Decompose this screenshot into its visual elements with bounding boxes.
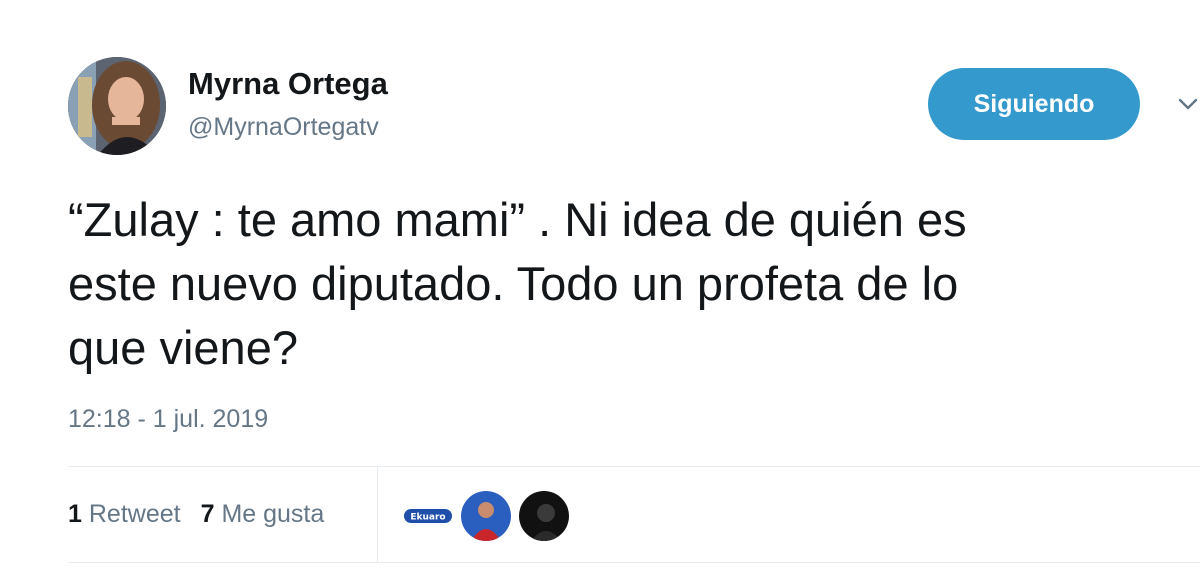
retweets-count: 1 — [68, 500, 82, 528]
stats-separator — [377, 467, 378, 562]
tweet-timestamp[interactable]: 12:18 - 1 jul. 2019 — [68, 405, 268, 434]
retweets-stat[interactable]: 1 Retweet — [68, 500, 181, 529]
liker-dark-avatar[interactable] — [519, 491, 569, 541]
tweet-text-line: este nuevo diputado. Todo un profeta de … — [68, 257, 959, 310]
user-avatar[interactable] — [68, 57, 166, 155]
tweet-text: “Zulay : te amo mami” . Ni idea de quién… — [68, 188, 1188, 380]
likes-label: Me gusta — [221, 500, 325, 528]
user-handle[interactable]: @MyrnaOrtegatv — [188, 113, 379, 142]
retweets-label: Retweet — [88, 500, 181, 528]
tweet-text-line: que viene? — [68, 321, 298, 374]
likes-stat[interactable]: 7 Me gusta — [201, 500, 325, 529]
tweet-stats: 1 Retweet 7 Me gusta — [68, 500, 324, 529]
tweet-text-line: “Zulay : te amo mami” . Ni idea de quién… — [68, 193, 967, 246]
divider — [68, 466, 1200, 467]
liker-avatars: Ekuaro — [403, 491, 569, 541]
divider — [68, 562, 1200, 563]
liker-logo-text: Ekuaro — [410, 513, 445, 523]
liker-red-shirt-avatar[interactable] — [461, 491, 511, 541]
tweet-card: Myrna Ortega @MyrnaOrtegatv Siguiendo “Z… — [0, 0, 1200, 568]
liker-logo-avatar[interactable]: Ekuaro — [403, 491, 453, 541]
user-name[interactable]: Myrna Ortega — [188, 66, 388, 102]
chevron-down-icon[interactable] — [1176, 92, 1200, 116]
following-button[interactable]: Siguiendo — [928, 68, 1140, 140]
likes-count: 7 — [200, 500, 215, 528]
